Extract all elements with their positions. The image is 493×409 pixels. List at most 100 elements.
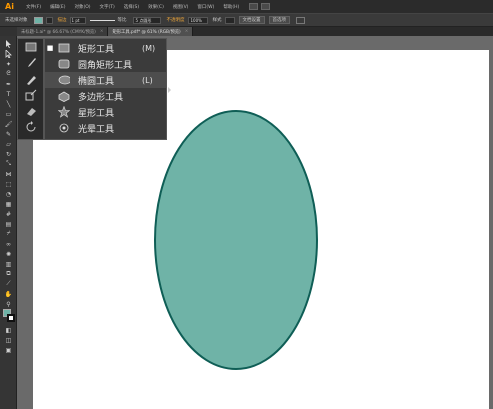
close-tab-icon[interactable]: × bbox=[100, 29, 104, 34]
width-tool-icon[interactable]: ⋈ bbox=[3, 170, 14, 178]
artboard-tool-icon[interactable]: ⧉ bbox=[3, 270, 14, 278]
menu-window[interactable]: 窗口(W) bbox=[197, 4, 214, 10]
document-tab-bar: 未标题-1.ai* @ 66.67% (CMYK/预览) × 矩形工具.pdf*… bbox=[17, 27, 493, 36]
shape-builder-tool-icon[interactable]: ◔ bbox=[3, 190, 14, 198]
tab-label: 矩形工具.pdf* @ 61% (RGB/预览) bbox=[112, 29, 181, 35]
menu-view[interactable]: 视图(V) bbox=[173, 4, 189, 10]
style-label: 样式 bbox=[212, 18, 222, 23]
menu-item-ellipse-tool[interactable]: 椭圆工具 (L) bbox=[45, 72, 166, 88]
lasso-tool-icon[interactable]: ᘓ bbox=[3, 70, 14, 78]
symbol-sprayer-tool-icon[interactable]: ✺ bbox=[3, 250, 14, 258]
mesh-tool-icon[interactable]: # bbox=[3, 210, 14, 218]
zoom-tool-icon[interactable]: ⚲ bbox=[3, 300, 14, 308]
tools-panel: ✦ ᘓ ✒ T ╲ ▭ 🖌 ✎ ▱ ↻ ⤡ ⋈ ⬚ ◔ ▦ # ▤ ⌿ ∞ ✺ … bbox=[0, 36, 17, 409]
screen-mode-icon[interactable]: ▣ bbox=[3, 346, 14, 354]
menu-bar: Ai 文件(F) 编辑(E) 对象(O) 文字(T) 选择(S) 效果(C) 视… bbox=[0, 0, 493, 13]
column-graph-tool-icon[interactable]: ▥ bbox=[3, 260, 14, 268]
type-tool-icon[interactable]: T bbox=[3, 90, 14, 98]
bridge-icon[interactable] bbox=[249, 3, 259, 10]
flare-icon bbox=[58, 123, 70, 133]
app-logo: Ai bbox=[5, 2, 14, 11]
fill-color-swatch[interactable] bbox=[33, 16, 43, 24]
opacity-label[interactable]: 不透明度 bbox=[167, 17, 185, 23]
menu-item-label: 圆角矩形工具 bbox=[78, 60, 133, 71]
magic-wand-tool-icon[interactable]: ✦ bbox=[3, 60, 14, 68]
menu-item-shortcut: (L) bbox=[142, 75, 153, 85]
close-tab-icon[interactable]: × bbox=[185, 29, 189, 34]
bridge-buttons bbox=[249, 3, 271, 10]
rectangle-tool-icon[interactable]: ▭ bbox=[3, 110, 14, 118]
tearoff-arrow-icon[interactable] bbox=[168, 87, 171, 93]
opacity-field[interactable]: 100% bbox=[187, 16, 208, 24]
menu-edit[interactable]: 编辑(E) bbox=[50, 4, 65, 10]
polygon-icon bbox=[58, 91, 70, 102]
menu-item-label: 光晕工具 bbox=[78, 124, 115, 135]
menu-item-rectangle-tool[interactable]: ■ 矩形工具 (M) bbox=[45, 40, 166, 56]
stroke-label[interactable]: 描边 bbox=[58, 17, 67, 23]
color-modes-icon[interactable]: ◧ bbox=[3, 326, 14, 334]
menu-file[interactable]: 文件(F) bbox=[26, 4, 41, 10]
rectangle-tool-flyout: ■ 矩形工具 (M) 圆角矩形工具 椭圆工具 (L) 多边形工具 星形工具 光晕… bbox=[17, 38, 171, 140]
menu-item-polygon-tool[interactable]: 多边形工具 bbox=[45, 88, 166, 104]
free-transform-tool-icon[interactable]: ⬚ bbox=[3, 180, 14, 188]
star-icon bbox=[58, 106, 70, 118]
eraser-tool-icon[interactable]: ▱ bbox=[3, 140, 14, 148]
menu-item-label: 多边形工具 bbox=[78, 92, 124, 103]
teal-ellipse[interactable] bbox=[154, 110, 318, 370]
shape-tools-menu: ■ 矩形工具 (M) 圆角矩形工具 椭圆工具 (L) 多边形工具 星形工具 光晕… bbox=[44, 38, 171, 140]
menu-item-label: 椭圆工具 bbox=[78, 76, 115, 87]
illustrator-window: Ai 文件(F) 编辑(E) 对象(O) 文字(T) 选择(S) 效果(C) 视… bbox=[0, 0, 493, 409]
control-bar: 未选择对象 描边 1 pt 等比 5 点圆形 不透明度 100% 样式 文档设置… bbox=[0, 13, 493, 27]
menu-item-rounded-rectangle-tool[interactable]: 圆角矩形工具 bbox=[45, 56, 166, 72]
selection-tool-icon[interactable] bbox=[3, 40, 14, 48]
fill-dropdown[interactable] bbox=[45, 16, 53, 24]
rotate-icon[interactable] bbox=[22, 120, 39, 134]
menu-item-flare-tool[interactable]: 光晕工具 bbox=[45, 120, 166, 136]
pencil-tool-icon[interactable]: ✎ bbox=[3, 130, 14, 138]
line-tool-icon[interactable]: ╲ bbox=[3, 100, 14, 108]
rotate-tool-icon[interactable]: ↻ bbox=[3, 150, 14, 158]
stroke-profile-label[interactable]: 等比 bbox=[118, 17, 127, 23]
eyedropper-tool-icon[interactable]: ⌿ bbox=[3, 230, 14, 238]
blend-tool-icon[interactable]: ∞ bbox=[3, 240, 14, 248]
menu-item-label: 矩形工具 bbox=[78, 44, 115, 55]
menu-item-star-tool[interactable]: 星形工具 bbox=[45, 104, 166, 120]
scale-icon[interactable] bbox=[22, 88, 39, 102]
document-setup-button[interactable]: 文档设置 bbox=[238, 16, 265, 24]
stroke-color-box[interactable] bbox=[7, 314, 15, 322]
menu-type[interactable]: 文字(T) bbox=[100, 4, 115, 10]
pen-icon[interactable] bbox=[22, 72, 39, 86]
rectangle-icon bbox=[58, 43, 70, 53]
hand-tool-icon[interactable]: ✋ bbox=[3, 290, 14, 298]
stroke-width-field[interactable]: 1 pt bbox=[69, 16, 86, 24]
tab-label: 未标题-1.ai* @ 66.67% (CMYK/预览) bbox=[21, 29, 96, 35]
paintbrush-tool-icon[interactable]: 🖌 bbox=[3, 120, 14, 128]
align-icon[interactable] bbox=[296, 16, 305, 24]
pen-tool-icon[interactable]: ✒ bbox=[3, 80, 14, 88]
style-dropdown[interactable] bbox=[224, 16, 235, 24]
direct-selection-tool-icon[interactable] bbox=[3, 50, 14, 58]
arrange-documents-icon[interactable] bbox=[261, 3, 271, 10]
gradient-tool-icon[interactable]: ▤ bbox=[3, 220, 14, 228]
drawing-modes-icon[interactable]: ◫ bbox=[3, 336, 14, 344]
slice-tool-icon[interactable]: ⟋ bbox=[3, 280, 14, 288]
menu-help[interactable]: 帮助(H) bbox=[223, 4, 239, 10]
eraser-icon[interactable] bbox=[22, 104, 39, 118]
stroke-profile-preview[interactable] bbox=[89, 19, 115, 21]
preferences-button[interactable]: 首选项 bbox=[268, 16, 290, 24]
scale-tool-icon[interactable]: ⤡ bbox=[3, 160, 14, 168]
tab-document-2[interactable]: 矩形工具.pdf* @ 61% (RGB/预览) × bbox=[108, 27, 194, 36]
rectangle-icon[interactable] bbox=[22, 40, 39, 54]
rounded-rectangle-icon bbox=[58, 59, 70, 69]
selection-status: 未选择对象 bbox=[5, 18, 28, 23]
selected-bullet-icon: ■ bbox=[46, 44, 54, 52]
flyout-icon-strip bbox=[17, 38, 44, 140]
menu-item-label: 星形工具 bbox=[78, 108, 115, 119]
menu-select[interactable]: 选择(S) bbox=[124, 4, 139, 10]
perspective-grid-tool-icon[interactable]: ▦ bbox=[3, 200, 14, 208]
menu-effect[interactable]: 效果(C) bbox=[148, 4, 164, 10]
brush-field[interactable]: 5 点圆形 bbox=[132, 16, 161, 24]
tab-document-1[interactable]: 未标题-1.ai* @ 66.67% (CMYK/预览) × bbox=[17, 27, 109, 36]
paintbrush-icon[interactable] bbox=[22, 56, 39, 70]
menu-object[interactable]: 对象(O) bbox=[74, 4, 90, 10]
